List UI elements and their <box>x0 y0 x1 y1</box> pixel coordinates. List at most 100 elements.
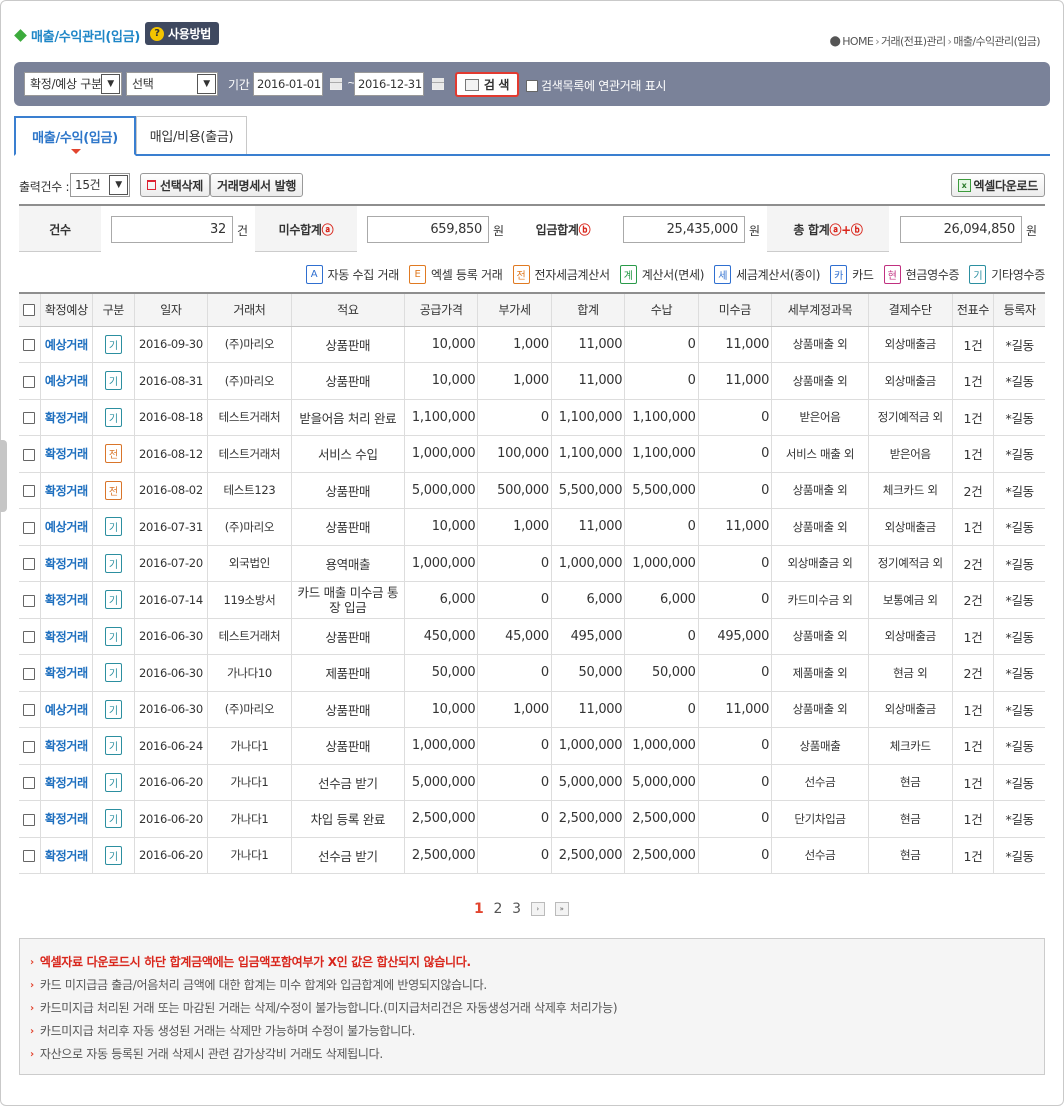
issue-statement-button[interactable]: 거래명세서 발행 <box>210 173 304 197</box>
col-header-received[interactable]: 수납 <box>624 292 699 327</box>
side-panel-handle[interactable] <box>0 440 7 512</box>
type-badge-icon[interactable]: 기 <box>104 809 122 829</box>
type-badge-icon[interactable]: 기 <box>104 626 122 646</box>
table-row[interactable]: 확정거래 기 2016-08-18 테스트거래처 받을어음 처리 완료 1,100,000… <box>19 399 1045 436</box>
col-header-total[interactable]: 합계 <box>550 292 625 327</box>
search-button[interactable]: 검 색 <box>455 72 519 97</box>
col-header-description[interactable]: 적요 <box>290 292 405 327</box>
table-row[interactable]: 확정거래 기 2016-07-20 외국법인 용역매출 1,000,000 0 1,000,0… <box>19 545 1045 582</box>
row-checkbox[interactable] <box>23 521 36 534</box>
type-badge-icon[interactable]: 전 <box>104 480 122 500</box>
type-badge-icon[interactable]: 기 <box>104 553 122 573</box>
next-page-icon[interactable]: › <box>530 902 545 916</box>
status-link[interactable]: 예상거래 <box>45 520 88 534</box>
tab-purchase-expense[interactable]: 매입/비용(출금) <box>136 116 247 154</box>
type-cell: 기 <box>91 837 135 874</box>
table-row[interactable]: 확정거래 기 2016-07-14 119소방서 카드 매출 미수금 통장 입금 6,00… <box>19 581 1045 619</box>
page-size-select[interactable]: 15건 ▼ <box>70 173 130 197</box>
status-link[interactable]: 확정거래 <box>45 484 88 498</box>
type-badge-icon[interactable]: 기 <box>104 407 122 427</box>
table-row[interactable]: 확정거래 기 2016-06-20 가나다1 선수금 받기 2,500,000 0 2,500… <box>19 837 1045 874</box>
type-badge-icon[interactable]: 기 <box>104 371 122 391</box>
row-checkbox[interactable] <box>23 485 36 498</box>
status-link[interactable]: 확정거래 <box>45 630 88 644</box>
row-checkbox[interactable] <box>23 558 36 571</box>
col-header-supply-price[interactable]: 공급가격 <box>403 292 478 327</box>
status-link[interactable]: 확정거래 <box>45 666 88 680</box>
row-checkbox[interactable] <box>23 813 36 826</box>
row-checkbox[interactable] <box>23 412 36 425</box>
type-badge-icon[interactable]: 전 <box>104 444 122 464</box>
type-select[interactable]: 확정/예상 구분 ▼ <box>24 72 122 96</box>
status-link[interactable]: 확정거래 <box>45 593 88 607</box>
row-checkbox[interactable] <box>23 448 36 461</box>
col-header-slip-count[interactable]: 전표수 <box>951 292 994 327</box>
col-header-payment-method[interactable]: 결제수단 <box>867 292 953 327</box>
table-row[interactable]: 확정거래 전 2016-08-12 테스트거래처 서비스 수입 1,000,000 100,… <box>19 435 1045 473</box>
status-link[interactable]: 확정거래 <box>45 812 88 826</box>
type-badge-icon[interactable]: 기 <box>104 736 122 756</box>
type-badge-icon[interactable]: 기 <box>104 334 122 354</box>
col-header-partner[interactable]: 거래처 <box>207 292 292 327</box>
col-header-date[interactable]: 일자 <box>133 292 208 327</box>
status-link[interactable]: 확정거래 <box>45 739 88 753</box>
table-row[interactable]: 확정거래 기 2016-06-30 테스트거래처 상품판매 450,000 45,000 49… <box>19 618 1045 655</box>
status-link[interactable]: 확정거래 <box>45 557 88 571</box>
col-header-unpaid[interactable]: 미수금 <box>697 292 772 327</box>
last-page-icon[interactable]: » <box>554 902 569 916</box>
type-badge-icon[interactable]: 기 <box>104 517 122 537</box>
row-checkbox[interactable] <box>23 667 36 680</box>
row-checkbox[interactable] <box>23 594 36 607</box>
type-badge-icon[interactable]: 기 <box>104 590 122 610</box>
row-checkbox[interactable] <box>23 339 36 352</box>
col-header-account[interactable]: 세부계정과목 <box>771 292 869 327</box>
row-checkbox[interactable] <box>23 850 36 863</box>
status-link[interactable]: 확정거래 <box>45 849 88 863</box>
table-row[interactable]: 확정거래 전 2016-08-02 테스트123 상품판매 5,000,000 500,00… <box>19 472 1045 509</box>
row-checkbox[interactable] <box>23 631 36 644</box>
col-header-registrant[interactable]: 등록자 <box>993 292 1045 327</box>
row-checkbox[interactable] <box>23 375 36 388</box>
delete-selected-button[interactable]: 선택삭제 <box>140 173 210 197</box>
tab-sales-income[interactable]: 매출/수익(입금) <box>14 116 136 156</box>
date-from-input[interactable]: 2016-01-01 <box>253 72 323 96</box>
page-link[interactable]: 2 <box>493 901 502 917</box>
related-checkbox[interactable] <box>526 79 538 92</box>
type-badge-icon[interactable]: 기 <box>104 699 122 719</box>
breadcrumb-home[interactable]: HOME <box>842 35 874 48</box>
col-header-status[interactable]: 확정예상 <box>39 292 93 327</box>
calendar-icon[interactable] <box>330 78 342 90</box>
page-link[interactable]: 3 <box>512 901 521 917</box>
supply-price-cell: 10,000 <box>403 326 478 363</box>
table-row[interactable]: 확정거래 기 2016-06-20 가나다1 선수금 받기 5,000,000 0 5,000… <box>19 764 1045 801</box>
table-row[interactable]: 확정거래 기 2016-06-24 가나다1 상품판매 1,000,000 0 1,000,0… <box>19 727 1045 765</box>
table-row[interactable]: 예상거래 기 2016-08-31 (주)마리오 상품판매 10,000 1,000 11,0… <box>19 362 1045 400</box>
type-badge-icon[interactable]: 기 <box>104 772 122 792</box>
breadcrumb-transactions[interactable]: 거래(전표)관리 <box>881 33 946 49</box>
status-link[interactable]: 확정거래 <box>45 411 88 425</box>
col-header-type[interactable]: 구분 <box>91 292 135 327</box>
page-link[interactable]: 1 <box>474 901 484 917</box>
table-row[interactable]: 예상거래 기 2016-07-31 (주)마리오 상품판매 10,000 1,000 11,0… <box>19 508 1045 546</box>
table-row[interactable]: 예상거래 기 2016-09-30 (주)마리오 상품판매 10,000 1,000 11,0… <box>19 326 1045 363</box>
status-link[interactable]: 예상거래 <box>45 338 88 352</box>
select-all-checkbox[interactable] <box>23 304 36 317</box>
col-header-vat[interactable]: 부가세 <box>477 292 552 327</box>
row-checkbox[interactable] <box>23 740 36 753</box>
excel-download-button[interactable]: x 엑셀다운로드 <box>950 173 1045 197</box>
table-row[interactable]: 예상거래 기 2016-06-30 (주)마리오 상품판매 10,000 1,000 11,0… <box>19 691 1045 728</box>
option-select[interactable]: 선택 ▼ <box>126 72 218 96</box>
row-checkbox[interactable] <box>23 704 36 717</box>
date-to-input[interactable]: 2016-12-31 <box>354 72 424 96</box>
type-badge-icon[interactable]: 기 <box>104 845 122 865</box>
calendar-icon[interactable] <box>432 78 444 90</box>
status-link[interactable]: 확정거래 <box>45 776 88 790</box>
status-link[interactable]: 예상거래 <box>45 374 88 388</box>
help-button[interactable]: ? 사용방법 <box>145 22 219 45</box>
status-link[interactable]: 예상거래 <box>45 703 88 717</box>
table-row[interactable]: 확정거래 기 2016-06-20 가나다1 차입 등록 완료 2,500,000 0 2,5… <box>19 800 1045 838</box>
type-badge-icon[interactable]: 기 <box>104 663 122 683</box>
status-link[interactable]: 확정거래 <box>45 447 88 461</box>
table-row[interactable]: 확정거래 기 2016-06-30 가나다10 제품판매 50,000 0 50,000 50,… <box>19 654 1045 692</box>
row-checkbox[interactable] <box>23 777 36 790</box>
